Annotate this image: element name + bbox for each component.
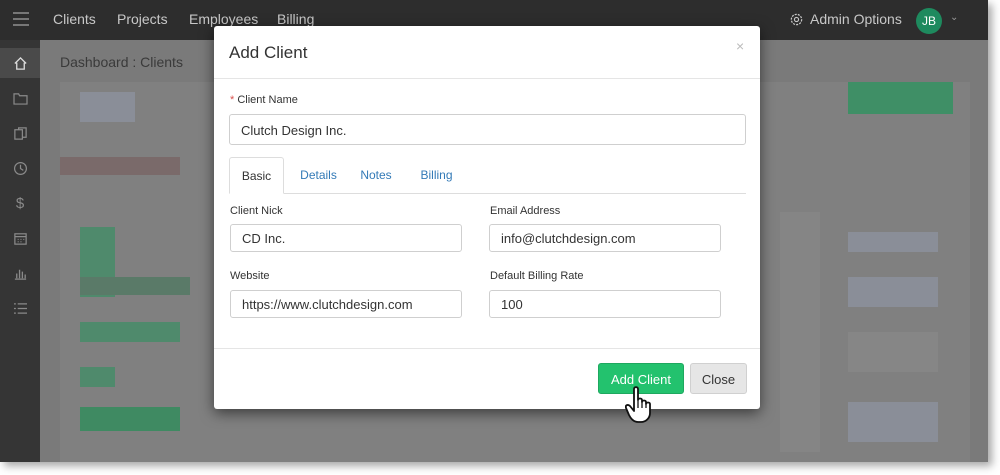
admin-options[interactable]: Admin Options <box>789 11 902 27</box>
billing-rate-input[interactable]: 100 <box>489 290 721 318</box>
sidebar-item-calendar[interactable] <box>0 223 40 253</box>
blurred-block <box>848 402 938 442</box>
blurred-block <box>848 332 938 372</box>
sidebar-item-documents[interactable] <box>0 118 40 148</box>
gear-icon <box>790 13 803 25</box>
breadcrumb: Dashboard : Clients <box>60 54 183 70</box>
app-window: Clients Projects Employees Billing Admin… <box>0 0 988 462</box>
chart-icon <box>14 269 26 280</box>
client-name-input[interactable]: Clutch Design Inc. <box>229 114 746 145</box>
menu-icon[interactable] <box>13 12 29 26</box>
chevron-down-icon[interactable]: ⌄ <box>950 12 958 23</box>
documents-icon <box>13 126 27 140</box>
blurred-block <box>780 212 820 452</box>
nav-billing[interactable]: Billing <box>277 11 314 27</box>
tab-basic[interactable]: Basic <box>229 157 284 194</box>
blurred-block <box>848 82 953 114</box>
side-nav: $ <box>0 40 40 462</box>
add-client-modal: Add Client × * Client Name Clutch Design… <box>214 26 760 409</box>
home-icon <box>13 56 27 70</box>
clock-icon <box>13 161 27 175</box>
blurred-block <box>80 367 115 387</box>
client-name-label: * Client Name <box>230 94 298 106</box>
tab-billing[interactable]: Billing <box>409 157 464 193</box>
email-input[interactable]: info@clutchdesign.com <box>489 224 721 252</box>
sidebar-item-folders[interactable] <box>0 83 40 113</box>
blurred-block <box>80 277 190 295</box>
blurred-block <box>80 322 180 342</box>
sidebar-item-reports[interactable] <box>0 258 40 288</box>
list-icon <box>13 302 27 314</box>
admin-options-label: Admin Options <box>810 11 902 27</box>
client-nick-input[interactable]: CD Inc. <box>230 224 462 252</box>
sidebar-item-billing[interactable]: $ <box>0 188 40 218</box>
tab-details[interactable]: Details <box>291 157 346 193</box>
calendar-icon <box>13 232 27 245</box>
tab-notes[interactable]: Notes <box>351 157 401 193</box>
blurred-block <box>80 407 180 431</box>
required-marker: * <box>230 94 235 106</box>
blurred-block <box>60 157 180 175</box>
blurred-block <box>848 277 938 307</box>
hand-cursor-icon <box>625 386 651 423</box>
client-nick-label: Client Nick <box>230 205 283 217</box>
tab-bar: Basic Details Notes Billing <box>229 157 746 194</box>
dollar-icon: $ <box>15 194 25 212</box>
avatar[interactable]: JB <box>916 8 942 34</box>
nav-projects[interactable]: Projects <box>117 11 168 27</box>
nav-clients[interactable]: Clients <box>53 11 96 27</box>
website-label: Website <box>230 270 270 282</box>
sidebar-item-time[interactable] <box>0 153 40 183</box>
folder-icon <box>12 92 28 105</box>
close-button[interactable]: Close <box>690 363 747 394</box>
close-icon[interactable]: × <box>736 38 744 54</box>
modal-title: Add Client <box>229 43 308 62</box>
sidebar-item-list[interactable] <box>0 293 40 323</box>
divider <box>214 348 760 349</box>
blurred-block <box>848 232 938 252</box>
divider <box>214 78 760 79</box>
sidebar-item-home[interactable] <box>0 48 40 78</box>
billing-rate-label: Default Billing Rate <box>490 270 584 282</box>
blurred-block <box>80 92 135 122</box>
website-input[interactable]: https://www.clutchdesign.com <box>230 290 462 318</box>
email-label: Email Address <box>490 205 561 217</box>
nav-employees[interactable]: Employees <box>189 11 258 27</box>
client-name-label-text: Client Name <box>237 94 298 106</box>
